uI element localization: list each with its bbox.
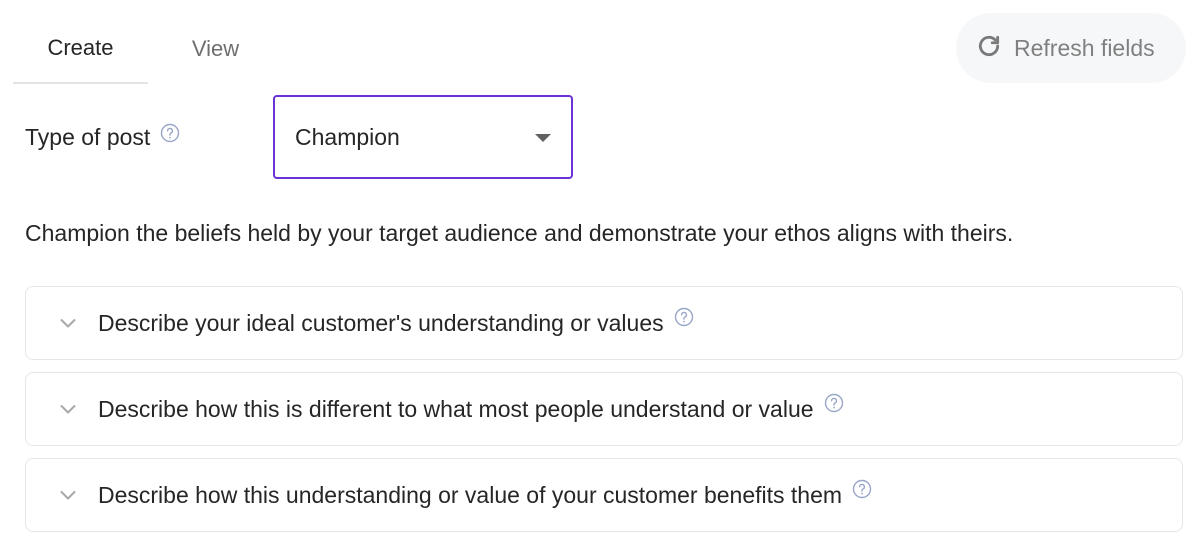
section-title: Describe how this is different to what m… [98,395,814,422]
section-customer-benefits[interactable]: Describe how this understanding or value… [25,458,1183,532]
refresh-fields-label: Refresh fields [1014,34,1155,61]
type-of-post-label: Type of post [25,122,180,151]
type-of-post-select[interactable]: Champion [273,95,573,179]
section-title: Describe your ideal customer's understan… [98,309,664,336]
chevron-down-icon [58,399,78,419]
section-title: Describe how this understanding or value… [98,481,843,508]
help-icon[interactable] [852,479,872,499]
post-type-description: Champion the beliefs held by your target… [25,220,1014,246]
help-icon[interactable] [824,393,844,413]
section-difference-from-most-people[interactable]: Describe how this is different to what m… [25,372,1183,446]
refresh-icon [976,33,1014,64]
tab-view[interactable]: View [148,14,283,84]
type-of-post-value: Champion [295,123,400,150]
help-icon[interactable] [160,122,180,143]
help-icon[interactable] [674,307,694,327]
tab-create[interactable]: Create [13,14,148,84]
tab-bar: Create View [13,14,283,84]
caret-down-icon [535,134,551,142]
chevron-down-icon [58,313,78,333]
section-ideal-customer-values[interactable]: Describe your ideal customer's understan… [25,286,1183,360]
chevron-down-icon [58,485,78,505]
refresh-fields-button[interactable]: Refresh fields [956,13,1186,83]
page: Create View Refresh fields Type of post … [0,0,1198,546]
type-of-post-text: Type of post [25,124,151,150]
